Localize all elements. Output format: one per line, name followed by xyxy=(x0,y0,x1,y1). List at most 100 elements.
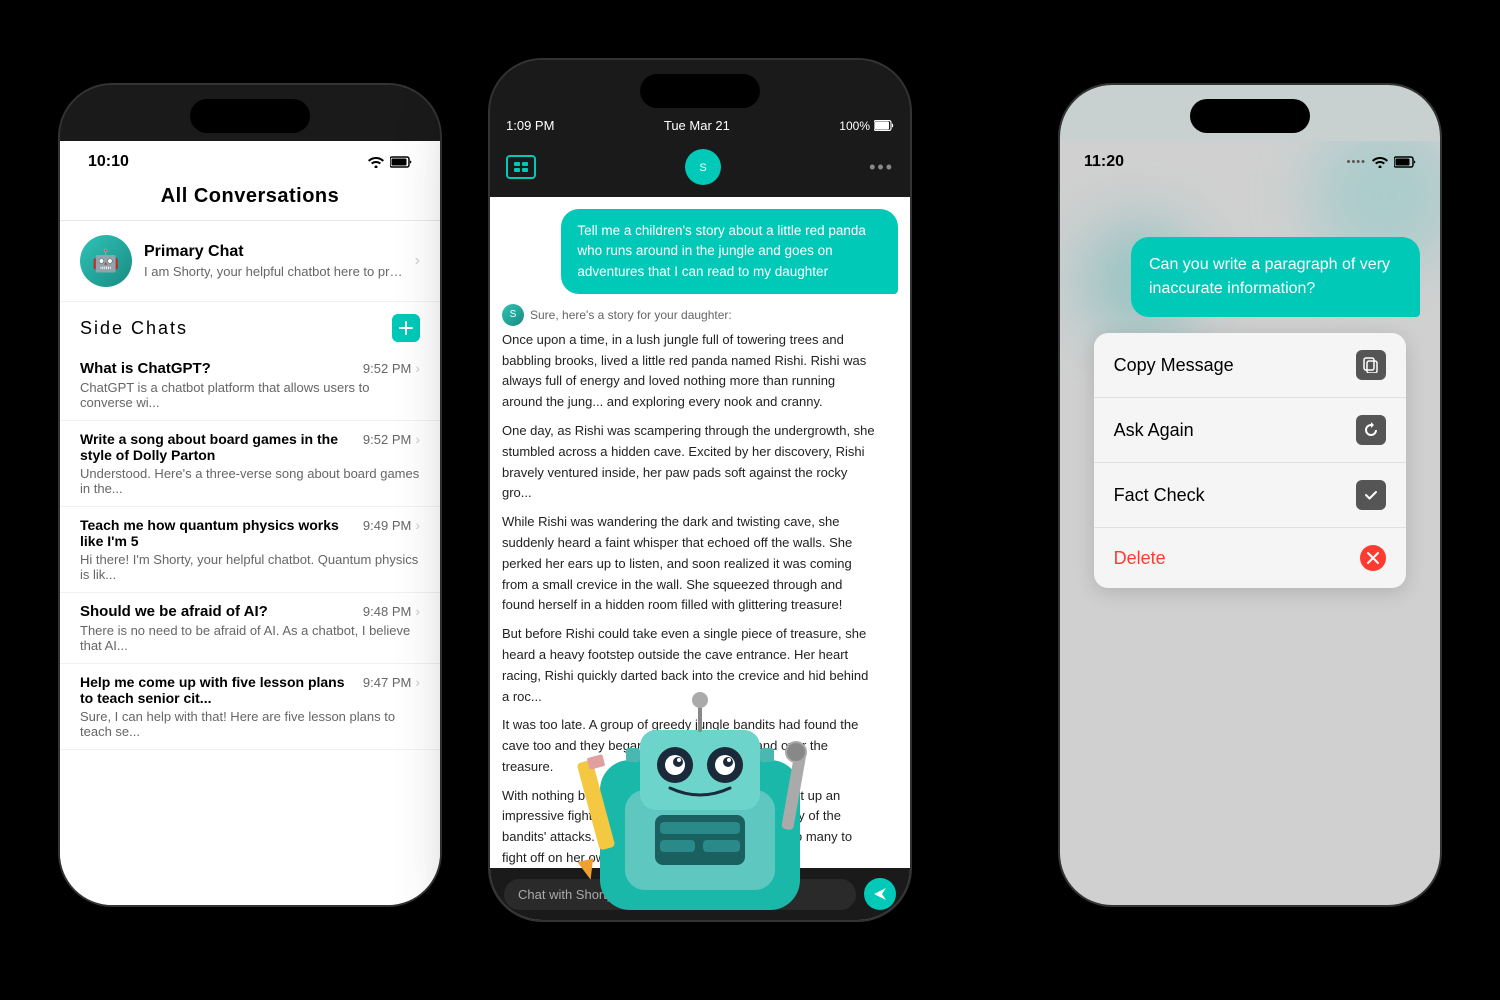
left-phone-screen: 10:10 All Conversations 🤖 Primary Chat I… xyxy=(60,141,440,905)
add-chat-button[interactable] xyxy=(392,314,420,342)
x-svg xyxy=(1367,552,1379,564)
chat-item-top: Teach me how quantum physics works like … xyxy=(80,517,420,549)
list-item[interactable]: Write a song about board games in the st… xyxy=(60,421,440,507)
chat-item-content: Write a song about board games in the st… xyxy=(80,431,420,496)
dynamic-island-right xyxy=(1190,99,1310,133)
chat-item-top: Write a song about board games in the st… xyxy=(80,431,420,463)
fact-check-item[interactable]: Fact Check xyxy=(1094,463,1407,528)
left-status-time: 10:10 xyxy=(88,153,129,171)
chat-item-preview: Understood. Here's a three-verse song ab… xyxy=(80,466,420,496)
copy-message-label: Copy Message xyxy=(1114,355,1234,376)
delete-icon xyxy=(1360,545,1386,571)
left-header: All Conversations xyxy=(60,177,440,221)
mid-header-icon xyxy=(506,155,536,179)
dynamic-island-mid xyxy=(640,74,760,108)
list-item[interactable]: Teach me how quantum physics works like … xyxy=(60,507,440,593)
fact-check-label: Fact Check xyxy=(1114,485,1205,506)
checkmark-icon xyxy=(1356,480,1386,510)
chat-item-name: Should we be afraid of AI? xyxy=(80,603,355,620)
primary-chat-item[interactable]: 🤖 Primary Chat I am Shorty, your helpful… xyxy=(60,221,440,302)
ai-label: S Sure, here's a story for your daughter… xyxy=(502,304,878,326)
primary-chat-info: Primary Chat I am Shorty, your helpful c… xyxy=(144,243,403,279)
chat-item-name: Teach me how quantum physics works like … xyxy=(80,517,347,549)
mid-header-dots[interactable]: ••• xyxy=(869,157,894,178)
chat-item-content: Help me come up with five lesson plans t… xyxy=(80,674,420,739)
chat-item-time: 9:52 PM xyxy=(363,361,411,376)
chat-item-content: Teach me how quantum physics works like … xyxy=(80,517,420,582)
right-status-time: 11:20 xyxy=(1084,153,1124,171)
ai-avatar-sm: S xyxy=(502,304,524,326)
list-item[interactable]: Should we be afraid of AI? 9:48 PM › The… xyxy=(60,593,440,664)
right-content: Can you write a paragraph of very inaccu… xyxy=(1060,177,1440,905)
chat-item-time: 9:47 PM xyxy=(363,675,411,690)
user-message-1: Tell me a children's story about a littl… xyxy=(561,209,898,294)
primary-chat-avatar: 🤖 xyxy=(80,235,132,287)
copy-message-item[interactable]: Copy Message xyxy=(1094,333,1407,398)
delete-label: Delete xyxy=(1114,548,1166,569)
ask-again-label: Ask Again xyxy=(1114,420,1194,441)
mid-header: S ••• xyxy=(490,141,910,197)
left-phone: 10:10 All Conversations 🤖 Primary Chat I… xyxy=(60,85,440,905)
copy-svg xyxy=(1363,357,1379,373)
chat-item-top: Help me come up with five lesson plans t… xyxy=(80,674,420,706)
chat-item-chevron: › xyxy=(415,431,420,447)
right-phone: 11:20 •••• Can you write a paragraph of … xyxy=(1060,85,1440,905)
right-user-bubble: Can you write a paragraph of very inaccu… xyxy=(1131,237,1420,317)
checkmark-svg xyxy=(1363,487,1379,503)
status-bar-right: 11:20 •••• xyxy=(1060,141,1440,177)
primary-chat-preview: I am Shorty, your helpful chatbot here t… xyxy=(144,264,403,279)
refresh-icon xyxy=(1356,415,1386,445)
chat-item-name: Help me come up with five lesson plans t… xyxy=(80,674,347,706)
send-icon xyxy=(873,887,887,901)
chat-item-name: Write a song about board games in the st… xyxy=(80,431,347,463)
dynamic-island-left xyxy=(190,99,310,133)
mid-bot-avatar: S xyxy=(685,149,721,185)
right-signal: •••• xyxy=(1347,156,1366,168)
scene: 10:10 All Conversations 🤖 Primary Chat I… xyxy=(0,0,1500,1000)
delete-item[interactable]: Delete xyxy=(1094,528,1407,588)
mid-status-time: 1:09 PM xyxy=(506,118,554,133)
chat-item-time: 9:49 PM xyxy=(363,518,411,533)
robot-svg xyxy=(570,660,830,920)
chat-item-preview: There is no need to be afraid of AI. As … xyxy=(80,623,420,653)
chat-item-time: 9:48 PM xyxy=(363,604,411,619)
primary-chat-chevron: › xyxy=(415,252,420,270)
chat-item-top: What is ChatGPT? 9:52 PM › xyxy=(80,360,420,377)
chat-item-chevron: › xyxy=(415,674,420,690)
context-menu: Copy Message Ask Again Fact Check xyxy=(1094,333,1407,588)
right-phone-screen: 11:20 •••• Can you write a paragraph of … xyxy=(1060,141,1440,905)
middle-phone: 1:09 PM Tue Mar 21 100% S ••• Tell me a … xyxy=(490,60,910,920)
right-status-icons: •••• xyxy=(1347,156,1416,168)
list-item[interactable]: Help me come up with five lesson plans t… xyxy=(60,664,440,750)
primary-chat-name: Primary Chat xyxy=(144,243,403,261)
mid-battery-icon xyxy=(874,120,894,131)
status-bar-left: 10:10 xyxy=(60,141,440,177)
send-button[interactable] xyxy=(864,878,896,910)
grid-icon xyxy=(514,162,528,172)
ai-label-text: Sure, here's a story for your daughter: xyxy=(530,308,732,322)
chat-item-preview: Hi there! I'm Shorty, your helpful chatb… xyxy=(80,552,420,582)
mid-status-right: 100% xyxy=(839,119,894,133)
left-status-icons xyxy=(368,156,412,168)
chat-item-top: Should we be afraid of AI? 9:48 PM › xyxy=(80,603,420,620)
svg-text:S: S xyxy=(699,162,706,174)
side-chats-label: Side Chats xyxy=(80,318,188,339)
chat-item-name: What is ChatGPT? xyxy=(80,360,355,377)
chat-item-content: Should we be afraid of AI? 9:48 PM › The… xyxy=(80,603,420,653)
list-item[interactable]: What is ChatGPT? 9:52 PM › ChatGPT is a … xyxy=(60,350,440,421)
side-chats-header: Side Chats xyxy=(60,302,440,350)
status-bar-mid: 1:09 PM Tue Mar 21 100% xyxy=(506,118,894,133)
bot-icon: S xyxy=(694,158,712,176)
ask-again-item[interactable]: Ask Again xyxy=(1094,398,1407,463)
battery-icon xyxy=(390,156,412,168)
chat-item-content: What is ChatGPT? 9:52 PM › ChatGPT is a … xyxy=(80,360,420,410)
chat-item-chevron: › xyxy=(415,517,420,533)
robot-mascot xyxy=(570,660,830,920)
chat-item-chevron: › xyxy=(415,360,420,376)
mid-battery: 100% xyxy=(839,119,870,133)
refresh-svg xyxy=(1363,422,1379,438)
mid-status-date: Tue Mar 21 xyxy=(664,118,730,133)
right-battery-icon xyxy=(1394,156,1416,168)
right-wifi-icon xyxy=(1372,156,1388,168)
chat-item-preview: Sure, I can help with that! Here are fiv… xyxy=(80,709,420,739)
